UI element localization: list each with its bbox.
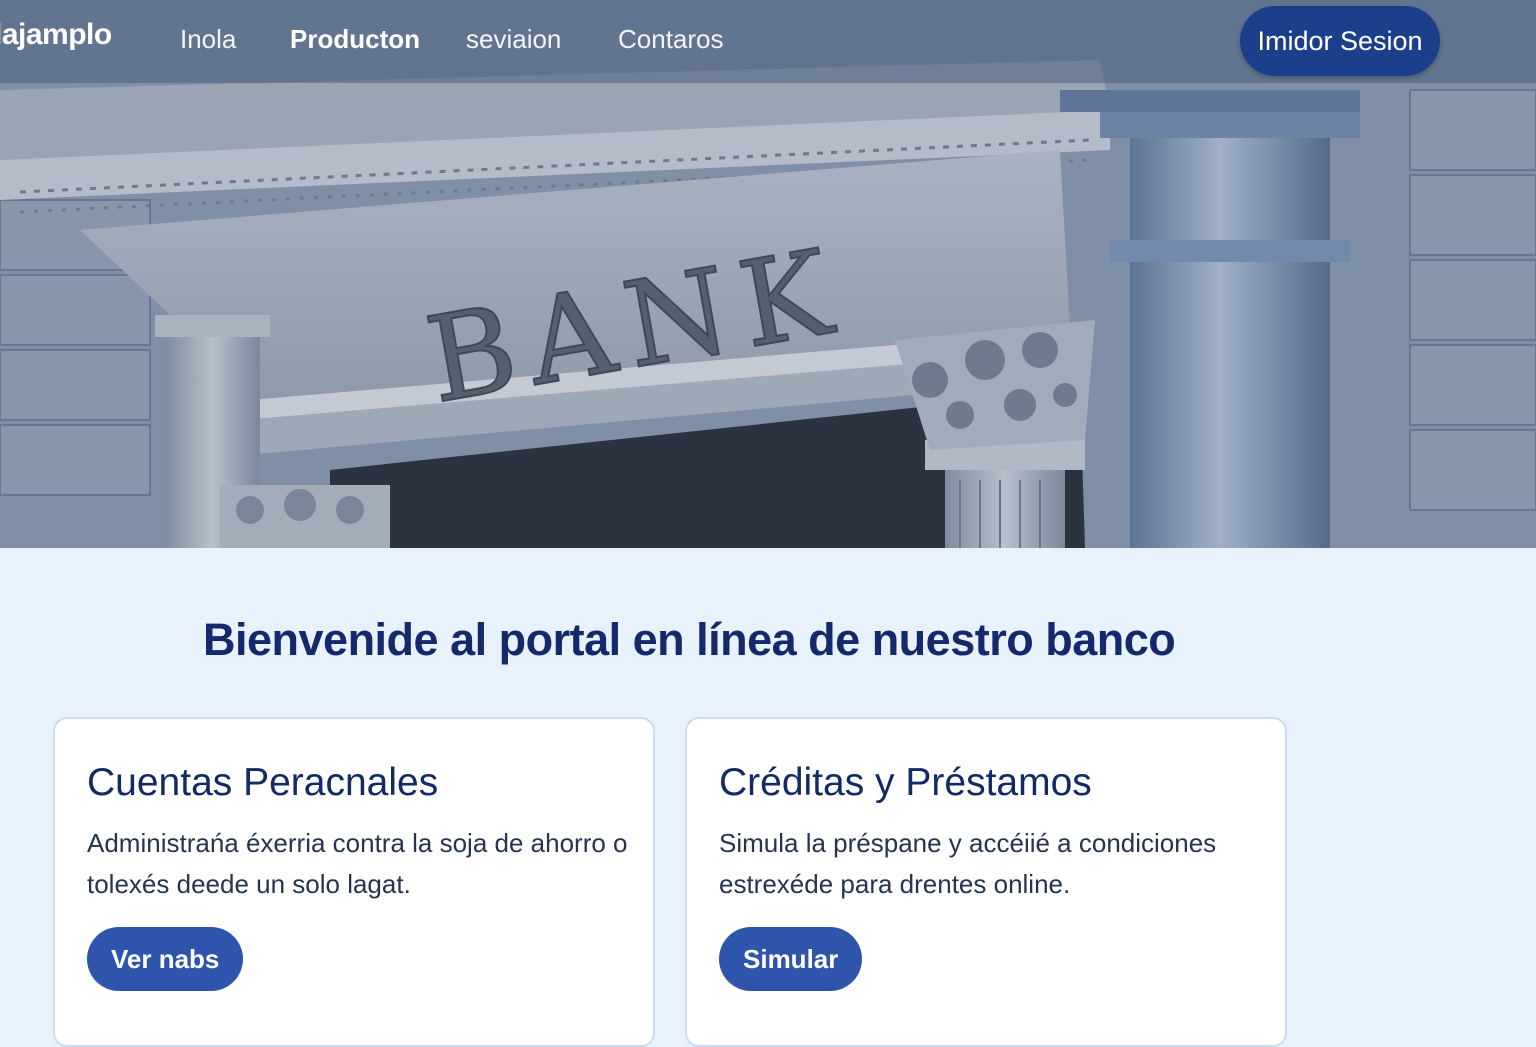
card-description: Administrańa éxerria contra la soja de a… <box>87 828 628 899</box>
login-button[interactable]: Imidor Sesion <box>1240 6 1440 76</box>
card-title: Créditas y Préstamos <box>719 761 1092 804</box>
card-title: Cuentas Peracnales <box>87 761 439 804</box>
card-personal-accounts: Cuentas Peracnales Administrańa éxerria … <box>53 717 655 1047</box>
nav-link-servicios[interactable]: seviaion <box>466 24 561 55</box>
view-more-button[interactable]: Ver nabs <box>87 927 244 991</box>
nav-link-inicio[interactable]: Inola <box>180 24 236 55</box>
card-description: Simula la préspane y accéiié a condicion… <box>719 828 1217 899</box>
hero-image: BANK lajamplo Inola Producton seviaion C… <box>0 0 1536 548</box>
nav-link-contacto[interactable]: Contaros <box>618 24 724 55</box>
brand-logo[interactable]: lajamplo <box>0 18 112 52</box>
nav-link-productos[interactable]: Producton <box>290 24 420 55</box>
card-credits-loans: Créditas y Préstamos Simula la préspane … <box>685 717 1287 1047</box>
welcome-heading: Bienvenide al portal en línea de nuestro… <box>203 614 1176 665</box>
simulate-button[interactable]: Simular <box>719 927 863 991</box>
